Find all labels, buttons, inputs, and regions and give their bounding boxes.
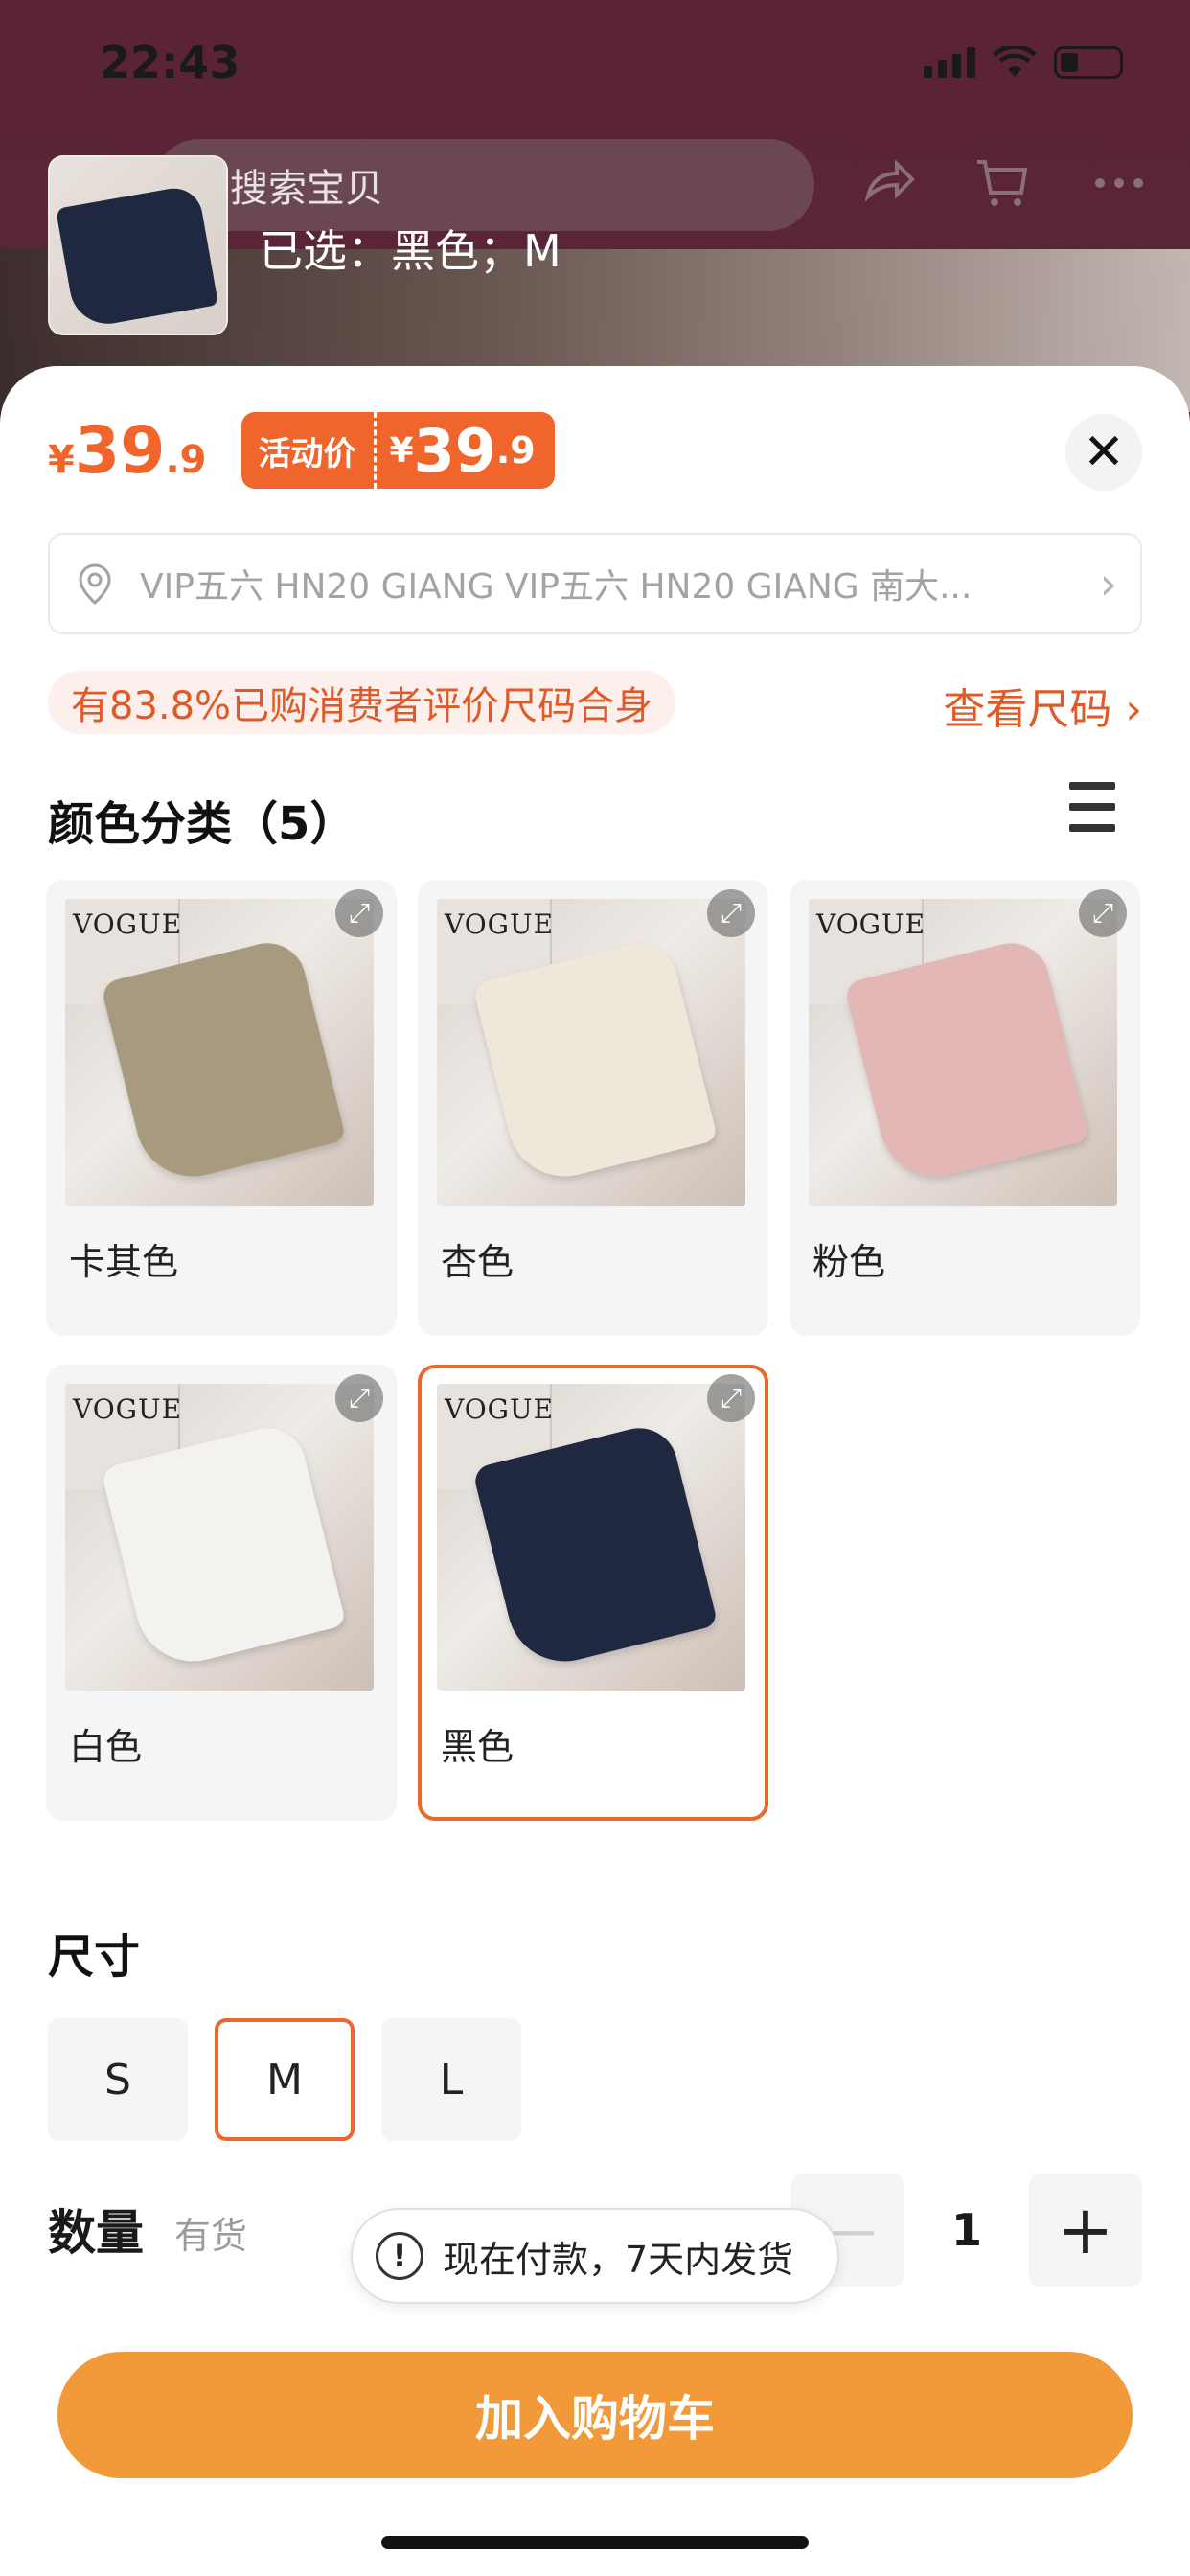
size-fit-badge: 有83.8%已购消费者评价尺码合身 bbox=[48, 671, 676, 734]
toast-text: 现在付款，7天内发货 bbox=[443, 2238, 794, 2281]
shipping-address[interactable]: VIP五六 HN20 GIANG VIP五六 HN20 GIANG 南大... … bbox=[48, 533, 1142, 634]
current-price: ¥39.9 bbox=[48, 412, 207, 489]
color-section-title: 颜色分类（5） bbox=[48, 797, 356, 851]
battery-icon bbox=[1054, 46, 1123, 79]
search-placeholder: 搜索宝贝 bbox=[230, 167, 383, 211]
color-option-khaki[interactable]: ⤢ 卡其色 bbox=[46, 880, 397, 1336]
add-to-cart-button[interactable]: 加入购物车 bbox=[57, 2352, 1133, 2478]
close-button[interactable]: ✕ bbox=[1065, 414, 1142, 491]
list-view-icon[interactable] bbox=[1069, 782, 1115, 832]
location-pin-icon bbox=[79, 564, 111, 605]
size-section-title: 尺寸 bbox=[48, 1930, 141, 1984]
expand-icon[interactable]: ⤢ bbox=[707, 889, 755, 937]
sku-selector-sheet: ¥39.9 活动价 ¥39.9 ✕ VIP五六 HN20 GIANG VIP五六… bbox=[0, 366, 1190, 2576]
stock-status: 有货 bbox=[174, 2215, 248, 2257]
quantity-increment-button[interactable]: + bbox=[1029, 2174, 1142, 2287]
promo-price-badge: 活动价 ¥39.9 bbox=[240, 412, 555, 489]
quantity-label: 数量 bbox=[48, 2205, 144, 2261]
status-time: 22:43 bbox=[100, 36, 240, 88]
color-option-image bbox=[65, 899, 374, 1206]
status-bar: 22:43 bbox=[0, 0, 1190, 134]
color-option-image bbox=[437, 899, 745, 1206]
signal-icon bbox=[924, 47, 975, 78]
color-option-label: 粉色 bbox=[812, 1241, 886, 1283]
size-options: S M L bbox=[48, 2018, 521, 2141]
size-option-s[interactable]: S bbox=[48, 2018, 188, 2141]
expand-icon[interactable]: ⤢ bbox=[1079, 889, 1127, 937]
color-option-image bbox=[809, 899, 1117, 1206]
share-icon[interactable] bbox=[858, 154, 920, 216]
shipping-toast: ! 现在付款，7天内发货 bbox=[351, 2208, 839, 2304]
color-option-label: 黑色 bbox=[441, 1726, 515, 1768]
thumbnail-garment bbox=[56, 183, 218, 331]
color-option-label: 卡其色 bbox=[69, 1241, 179, 1283]
size-option-m[interactable]: M bbox=[215, 2018, 355, 2141]
color-option-label: 白色 bbox=[69, 1726, 143, 1768]
selected-spec-text: 已选：黑色；M bbox=[259, 225, 561, 277]
status-icons bbox=[924, 46, 1123, 79]
size-option-l[interactable]: L bbox=[381, 2018, 521, 2141]
color-option-image bbox=[437, 1384, 745, 1690]
promo-label: 活动价 bbox=[240, 412, 377, 489]
expand-icon[interactable]: ⤢ bbox=[707, 1374, 755, 1422]
color-option-pink[interactable]: ⤢ 粉色 bbox=[790, 880, 1140, 1336]
price-row: ¥39.9 活动价 ¥39.9 bbox=[48, 412, 555, 489]
alert-icon: ! bbox=[376, 2232, 423, 2280]
selected-product-thumbnail[interactable] bbox=[48, 155, 228, 335]
expand-icon[interactable]: ⤢ bbox=[335, 1374, 383, 1422]
wifi-icon bbox=[993, 46, 1037, 77]
home-indicator[interactable] bbox=[381, 2536, 809, 2549]
color-option-black[interactable]: ⤢ 黑色 bbox=[418, 1365, 768, 1821]
expand-icon[interactable]: ⤢ bbox=[335, 889, 383, 937]
chevron-right-icon: › bbox=[1099, 558, 1117, 610]
color-option-image bbox=[65, 1384, 374, 1690]
quantity-value[interactable]: 1 bbox=[904, 2174, 1029, 2287]
cart-icon[interactable] bbox=[972, 154, 1033, 216]
color-option-white[interactable]: ⤢ 白色 bbox=[46, 1365, 397, 1821]
size-chart-link[interactable]: 查看尺码 › bbox=[943, 675, 1142, 736]
promo-value: ¥39.9 bbox=[376, 412, 555, 489]
color-option-label: 杏色 bbox=[441, 1241, 515, 1283]
color-option-apricot[interactable]: ⤢ 杏色 bbox=[418, 880, 768, 1336]
address-text: VIP五六 HN20 GIANG VIP五六 HN20 GIANG 南大... bbox=[140, 567, 973, 607]
more-icon[interactable] bbox=[1088, 154, 1150, 216]
